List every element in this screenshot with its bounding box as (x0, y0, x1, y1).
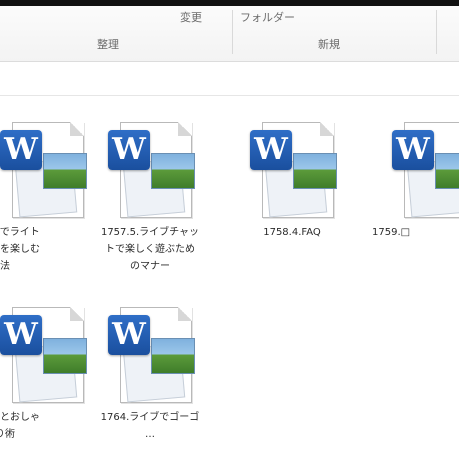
group-organize-label: 整理 (97, 38, 119, 51)
landscape-image (151, 153, 195, 189)
landscape-image (435, 153, 459, 189)
word-document-icon: W (0, 116, 92, 220)
address-bar-row (0, 62, 459, 96)
file-name: 1758.4.FAQ (263, 227, 321, 238)
group-new-label: 新規 (318, 38, 340, 51)
landscape-image (43, 338, 87, 374)
file-list: W …2.無料でライト チャットを楽しむ 方法 W 1757.5.ライブチャッ … (0, 96, 459, 459)
file-name: 1757.5.ライブチャッ トで楽しく遊ぶため のマナー (100, 227, 200, 272)
ribbon-groups: 整理 新規 (0, 32, 459, 58)
ribbon-change-label[interactable]: 変更 (180, 9, 202, 25)
ribbon-separator (436, 10, 437, 54)
word-document-icon: W (250, 116, 342, 220)
ribbon-top-row: 変更 フォルダー (0, 6, 459, 28)
ribbon: 変更 フォルダー 整理 新規 (0, 6, 459, 62)
file-name: 1764.ライブでゴーゴ … (100, 412, 200, 440)
file-name: …2.無料でライト チャットを楽しむ 方法 (0, 227, 40, 272)
word-document-icon: W (392, 116, 459, 220)
word-logo-icon: W (250, 130, 292, 170)
file-name: 1759.□ (372, 227, 411, 238)
word-document-icon: W (108, 116, 200, 220)
word-logo-icon: W (108, 130, 150, 170)
ribbon-folder-label[interactable]: フォルダー (240, 9, 295, 25)
file-name: …マダムとおしゃ べり術 (0, 412, 40, 440)
landscape-image (151, 338, 195, 374)
word-logo-icon: W (0, 315, 42, 355)
word-document-icon: W (0, 301, 92, 405)
file-explorer-window: 変更 フォルダー 整理 新規 W …2.無料でライト チャットを楽しむ 方法 (0, 0, 459, 459)
landscape-image (293, 153, 337, 189)
word-logo-icon: W (392, 130, 434, 170)
word-logo-icon: W (0, 130, 42, 170)
landscape-image (43, 153, 87, 189)
word-document-icon: W (108, 301, 200, 405)
word-logo-icon: W (108, 315, 150, 355)
ribbon-separator (232, 10, 233, 54)
